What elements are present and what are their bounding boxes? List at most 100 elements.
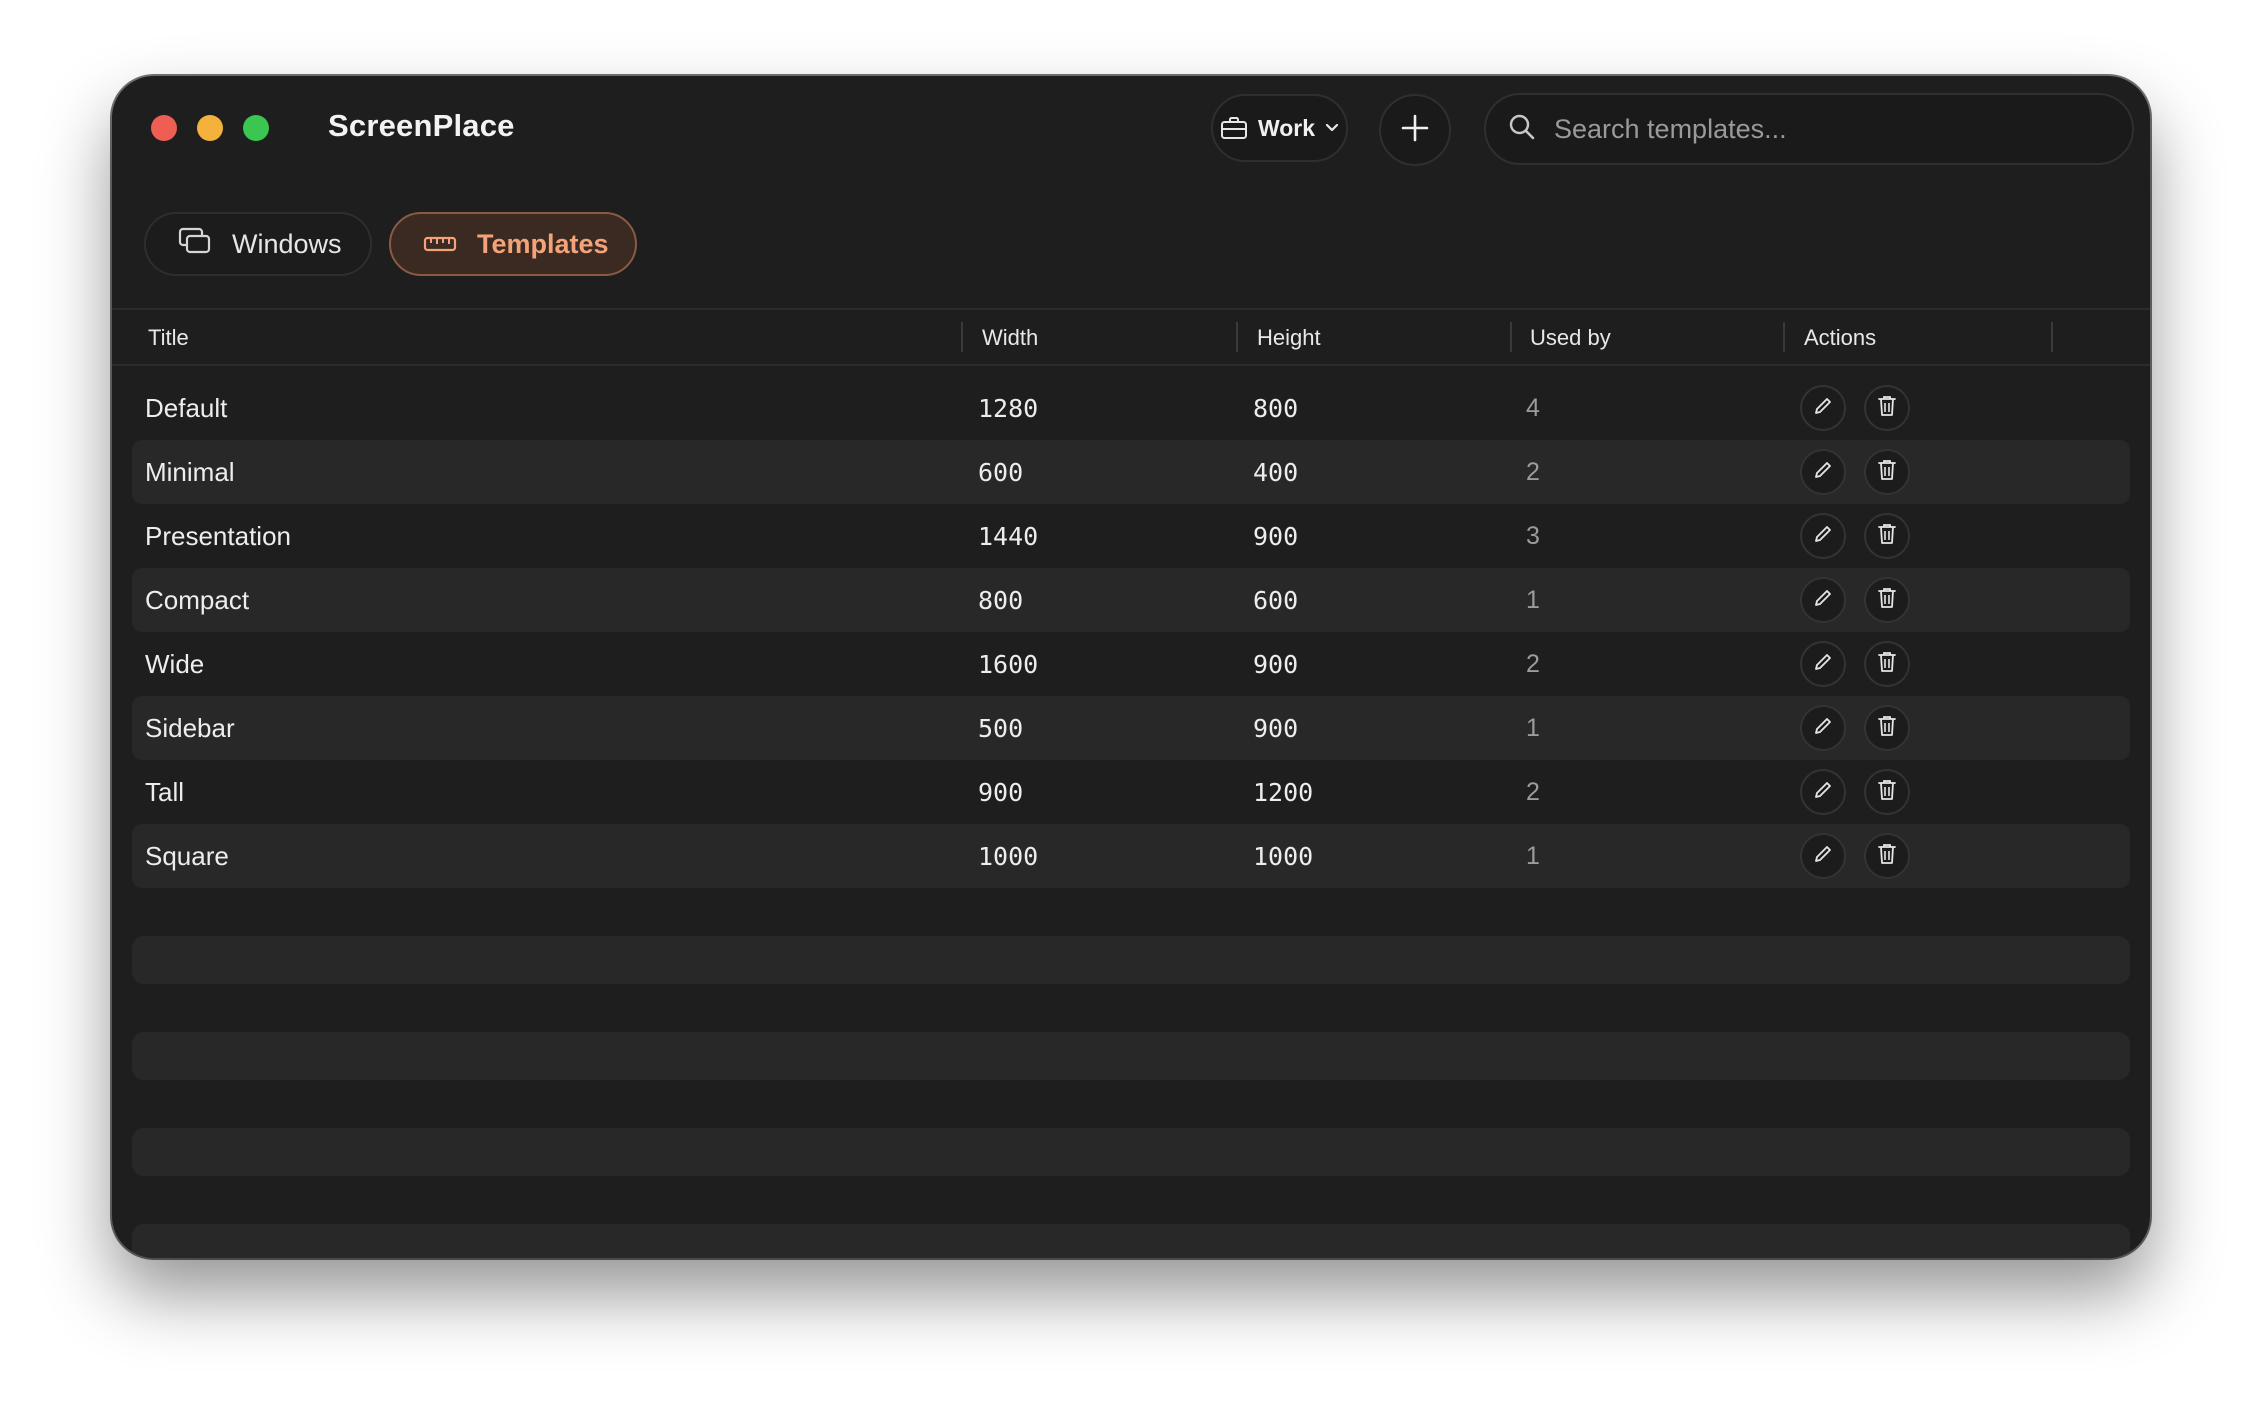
edit-button[interactable] — [1800, 769, 1846, 815]
row-width: 1280 — [978, 394, 1039, 423]
row-width: 1440 — [978, 522, 1039, 551]
row-width: 600 — [978, 458, 1024, 487]
row-used-by: 1 — [1526, 714, 1540, 742]
trash-icon — [1876, 522, 1898, 551]
delete-button[interactable] — [1864, 513, 1910, 559]
row-title: Minimal — [145, 457, 235, 487]
pencil-icon — [1812, 587, 1834, 614]
template-table-body: Default 1280 800 4 Minimal 600 400 2 Pre… — [132, 376, 2130, 888]
pencil-icon — [1812, 651, 1834, 678]
trash-icon — [1876, 650, 1898, 679]
pencil-icon — [1812, 395, 1834, 422]
trash-icon — [1876, 778, 1898, 807]
edit-button[interactable] — [1800, 513, 1846, 559]
delete-button[interactable] — [1864, 641, 1910, 687]
trash-icon — [1876, 714, 1898, 743]
row-width: 800 — [978, 586, 1024, 615]
zoom-window-button[interactable] — [243, 115, 269, 141]
pencil-icon — [1812, 715, 1834, 742]
column-header-actions[interactable]: Actions — [1804, 325, 1876, 351]
row-height: 900 — [1253, 714, 1299, 743]
edit-button[interactable] — [1800, 705, 1846, 751]
table-row[interactable]: Square 1000 1000 1 — [132, 824, 2130, 888]
add-template-button[interactable] — [1379, 94, 1451, 166]
row-title: Wide — [145, 649, 205, 679]
row-title: Tall — [145, 777, 185, 807]
column-separator[interactable] — [1783, 322, 1785, 352]
trash-icon — [1876, 842, 1898, 871]
ruler-icon — [423, 229, 457, 260]
edit-button[interactable] — [1800, 833, 1846, 879]
workspace-label: Work — [1257, 114, 1316, 141]
delete-button[interactable] — [1864, 385, 1910, 431]
minimize-window-button[interactable] — [197, 115, 223, 141]
table-row[interactable]: Minimal 600 400 2 — [132, 440, 2130, 504]
column-header-used-by[interactable]: Used by — [1530, 325, 1611, 351]
edit-button[interactable] — [1800, 449, 1846, 495]
empty-row-placeholder — [132, 1032, 2130, 1080]
table-row[interactable]: Sidebar 500 900 1 — [132, 696, 2130, 760]
column-separator[interactable] — [2051, 322, 2053, 352]
row-used-by: 2 — [1526, 650, 1540, 678]
column-header-width[interactable]: Width — [982, 325, 1038, 351]
row-used-by: 4 — [1526, 394, 1540, 422]
view-tabs: Windows Templates — [144, 212, 637, 276]
table-header: Title Width Height Used by Actions — [112, 310, 2150, 364]
plus-icon — [1400, 113, 1430, 148]
table-row[interactable]: Compact 800 600 1 — [132, 568, 2130, 632]
column-header-height[interactable]: Height — [1257, 325, 1321, 351]
edit-button[interactable] — [1800, 577, 1846, 623]
row-title: Compact — [145, 585, 250, 615]
table-row[interactable]: Default 1280 800 4 — [132, 376, 2130, 440]
row-height: 800 — [1253, 394, 1299, 423]
column-separator[interactable] — [961, 322, 963, 352]
row-used-by: 2 — [1526, 778, 1540, 806]
delete-button[interactable] — [1864, 449, 1910, 495]
row-title: Presentation — [145, 521, 291, 551]
row-width: 900 — [978, 778, 1024, 807]
row-width: 1600 — [978, 650, 1039, 679]
tab-templates[interactable]: Templates — [389, 212, 637, 276]
trash-icon — [1876, 586, 1898, 615]
app-window: ScreenPlace Work Search templates... Win… — [112, 76, 2150, 1258]
column-separator[interactable] — [1510, 322, 1512, 352]
delete-button[interactable] — [1864, 705, 1910, 751]
delete-button[interactable] — [1864, 769, 1910, 815]
search-icon — [1508, 113, 1536, 146]
pencil-icon — [1812, 459, 1834, 486]
row-height: 900 — [1253, 650, 1299, 679]
workspace-selector[interactable]: Work — [1211, 94, 1348, 162]
title-bar: ScreenPlace Work — [112, 76, 2150, 179]
empty-row-placeholder — [132, 1128, 2130, 1176]
row-width: 500 — [978, 714, 1024, 743]
empty-row-placeholder — [132, 936, 2130, 984]
row-title: Sidebar — [145, 713, 235, 743]
pencil-icon — [1812, 779, 1834, 806]
table-row[interactable]: Presentation 1440 900 3 — [132, 504, 2130, 568]
delete-button[interactable] — [1864, 833, 1910, 879]
row-height: 900 — [1253, 522, 1299, 551]
column-separator[interactable] — [1236, 322, 1238, 352]
row-used-by: 2 — [1526, 458, 1540, 486]
table-row[interactable]: Tall 900 1200 2 — [132, 760, 2130, 824]
row-height: 600 — [1253, 586, 1299, 615]
edit-button[interactable] — [1800, 641, 1846, 687]
tab-windows[interactable]: Windows — [144, 212, 372, 276]
chevron-down-icon — [1325, 123, 1339, 133]
table-row[interactable]: Wide 1600 900 2 — [132, 632, 2130, 696]
close-window-button[interactable] — [151, 115, 177, 141]
row-height: 400 — [1253, 458, 1299, 487]
row-height: 1000 — [1253, 842, 1314, 871]
row-used-by: 1 — [1526, 842, 1540, 870]
briefcase-icon — [1220, 116, 1248, 140]
column-header-title[interactable]: Title — [148, 325, 189, 351]
edit-button[interactable] — [1800, 385, 1846, 431]
tab-windows-label: Windows — [232, 228, 342, 259]
row-used-by: 1 — [1526, 586, 1540, 614]
search-input[interactable] — [1552, 112, 2116, 146]
row-used-by: 3 — [1526, 522, 1540, 550]
trash-icon — [1876, 394, 1898, 423]
empty-row-placeholder — [132, 1224, 2130, 1258]
pencil-icon — [1812, 523, 1834, 550]
delete-button[interactable] — [1864, 577, 1910, 623]
